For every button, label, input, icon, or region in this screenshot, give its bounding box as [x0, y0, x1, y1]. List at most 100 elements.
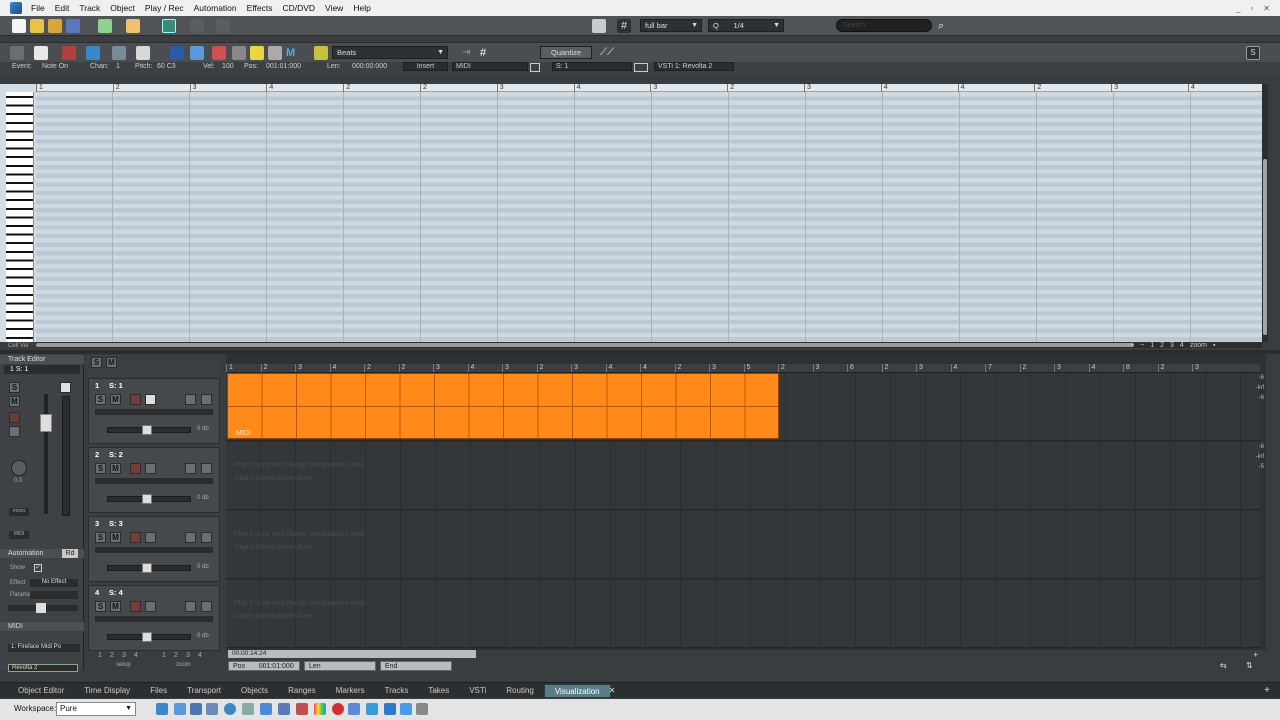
zoom-in-icon[interactable]: +: [1130, 342, 1134, 349]
track-settings-icon[interactable]: [201, 532, 212, 543]
tab-files[interactable]: Files: [140, 684, 177, 698]
te-midi-button[interactable]: MIDI: [9, 531, 29, 539]
piano-roll-grid[interactable]: [36, 92, 1262, 342]
beats-icon[interactable]: [314, 46, 328, 60]
mute-tool-icon[interactable]: M: [286, 46, 300, 60]
zoom-2[interactable]: 2: [1160, 342, 1164, 349]
range-pos-field[interactable]: Pos 001:01:000: [228, 661, 300, 671]
redo-icon[interactable]: [216, 19, 230, 33]
position-bar[interactable]: 00:00:14:24 +: [226, 650, 1266, 660]
split-tool-icon[interactable]: [268, 46, 282, 60]
beats-dropdown[interactable]: Beats ▼: [332, 46, 448, 59]
track-solo-button[interactable]: S: [95, 601, 106, 612]
menu-effects[interactable]: Effects: [242, 3, 278, 13]
track-volume-fader[interactable]: [107, 425, 191, 435]
track-name[interactable]: S: 3: [109, 519, 123, 528]
track-mute-button[interactable]: M: [110, 601, 121, 612]
pos-value[interactable]: 001:01:000: [266, 63, 301, 70]
track-volume-knob[interactable]: [142, 632, 152, 642]
open-folder-icon[interactable]: [30, 19, 44, 33]
event-value[interactable]: Note On: [42, 63, 68, 70]
vsti-dropdown[interactable]: VSTi 1: Revolta 2: [654, 62, 734, 71]
tab-ranges[interactable]: Ranges: [278, 684, 326, 698]
eye-icon[interactable]: [224, 703, 236, 715]
zoom-tool-icon[interactable]: [232, 46, 246, 60]
list-icon[interactable]: [112, 46, 126, 60]
close-tab-icon[interactable]: ✕: [605, 686, 620, 695]
track-record-button[interactable]: [130, 463, 141, 474]
track-volume-knob[interactable]: [142, 425, 152, 435]
track-volume-knob[interactable]: [142, 563, 152, 573]
arrangement-ruler[interactable]: 1 2 3 4 2 2 3 4 3 2 3 4 4 2 3 5 2 3 6 2 3 4 7 2 3 4 8 2 3: [226, 364, 1260, 373]
zoom-1[interactable]: 1: [1150, 342, 1154, 349]
expand-icon[interactable]: ⇅: [1246, 661, 1253, 670]
monitor-icon[interactable]: [348, 703, 360, 715]
zoom-preset-4[interactable]: 4: [198, 652, 202, 659]
drum-icon[interactable]: [62, 46, 76, 60]
snap-icon[interactable]: [592, 19, 606, 33]
setup-2[interactable]: 2: [110, 652, 114, 659]
solo-editor-button[interactable]: S: [1246, 46, 1260, 60]
track-lane-3[interactable]: Play Cursor and Range Manipulation Area …: [226, 511, 1260, 579]
automation-param-dropdown[interactable]: [30, 591, 78, 599]
tab-vsti[interactable]: VSTi: [459, 684, 496, 698]
piano-roll-horizontal-scrollbar[interactable]: [36, 342, 1262, 348]
track-select-dropdown[interactable]: 1 S: 1: [4, 365, 80, 374]
vel-value[interactable]: 100: [222, 63, 234, 70]
track-header-4[interactable]: 4 S: 4 S M 0 db: [88, 585, 220, 651]
cut-icon[interactable]: [162, 19, 176, 33]
track-header-1[interactable]: 1 S: 1 S M 0 db: [88, 378, 220, 444]
menu-lines-icon[interactable]: [416, 703, 428, 715]
track-mute-button[interactable]: M: [110, 394, 121, 405]
midi-section-title[interactable]: MIDI: [0, 622, 84, 631]
midi-clip[interactable]: MIDI: [227, 373, 779, 439]
keyboard-icon[interactable]: [34, 46, 48, 60]
menu-edit[interactable]: Edit: [50, 3, 75, 13]
zoom-preset-1[interactable]: 1: [162, 652, 166, 659]
menu-file[interactable]: File: [26, 3, 50, 13]
link-icon[interactable]: ⟋⟋: [600, 46, 614, 60]
track-lane-2[interactable]: Play Cursor and Range Manipulation Area …: [226, 442, 1260, 510]
draw-line-icon[interactable]: [250, 46, 264, 60]
track-volume-fader[interactable]: [107, 494, 191, 504]
zoom-out-icon[interactable]: −: [1140, 342, 1144, 349]
track-lane-4[interactable]: Play Cursor and Range Manipulation Area …: [226, 580, 1260, 648]
grid-view-icon[interactable]: [174, 703, 186, 715]
score-icon[interactable]: [136, 46, 150, 60]
track-settings-icon[interactable]: [201, 394, 212, 405]
pitch-value[interactable]: 60 C3: [157, 63, 176, 70]
pencil-tool-icon[interactable]: [190, 46, 204, 60]
fit-icon[interactable]: ⇆: [1220, 661, 1227, 670]
restore-button[interactable]: ▫: [1250, 4, 1253, 13]
zoom-label[interactable]: zoom: [1190, 342, 1207, 349]
piano-keyboard[interactable]: [6, 92, 34, 342]
tab-takes[interactable]: Takes: [418, 684, 459, 698]
insert-button[interactable]: Insert: [403, 62, 448, 71]
track-solo-button[interactable]: S: [95, 463, 106, 474]
piano-roll-vertical-scrollbar[interactable]: [1262, 84, 1268, 342]
automation-slider-knob[interactable]: [36, 603, 46, 613]
search-input[interactable]: Search: [836, 19, 932, 32]
zoom-4[interactable]: 4: [1180, 342, 1184, 349]
tab-object-editor[interactable]: Object Editor: [8, 684, 74, 698]
track-name[interactable]: S: 1: [109, 381, 123, 390]
track-name[interactable]: S: 2: [109, 450, 123, 459]
minimize-button[interactable]: _: [1236, 4, 1240, 13]
te-pan-knob[interactable]: [11, 460, 27, 476]
menu-view[interactable]: View: [320, 3, 348, 13]
piano-roll-ruler[interactable]: 1 2 3 4 2 2 3 4 3 2 3 4 4 2 3 4: [36, 84, 1262, 92]
speaker-icon[interactable]: [145, 394, 156, 405]
track-header-3[interactable]: 3 S: 3 S M 0 db: [88, 516, 220, 582]
import-icon[interactable]: [98, 19, 112, 33]
tab-routing[interactable]: Routing: [496, 684, 544, 698]
record-icon[interactable]: [332, 703, 344, 715]
automation-show-checkbox[interactable]: ✓: [34, 564, 42, 572]
add-icon[interactable]: +: [1253, 650, 1258, 659]
te-volume-fader-knob[interactable]: [40, 414, 52, 432]
tab-transport[interactable]: Transport: [177, 684, 231, 698]
menu-object[interactable]: Object: [105, 3, 140, 13]
track-mute-button[interactable]: M: [110, 463, 121, 474]
open-project-icon[interactable]: [48, 19, 62, 33]
workspace-select[interactable]: Pure ▼: [56, 702, 136, 716]
menu-help[interactable]: Help: [348, 3, 375, 13]
